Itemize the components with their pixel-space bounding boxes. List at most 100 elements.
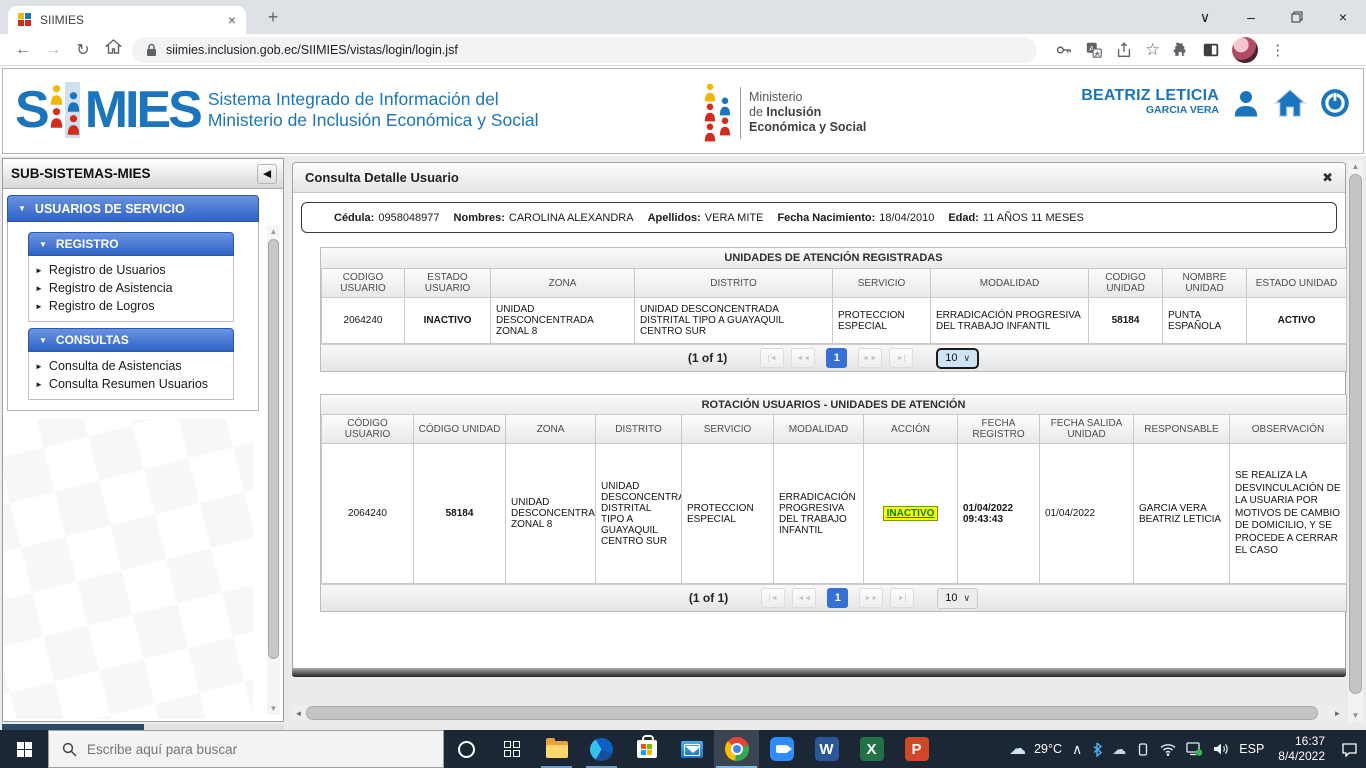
side-panel-icon[interactable] — [1202, 41, 1220, 59]
browser-tab[interactable]: SIIMIES × — [8, 6, 246, 34]
panel-close-icon[interactable]: ✖ — [1322, 170, 1333, 186]
page-size-value: 10 — [945, 352, 957, 364]
home-icon[interactable] — [98, 39, 128, 60]
excel-button[interactable]: X — [849, 730, 894, 768]
profile-avatar[interactable] — [1232, 37, 1258, 63]
user-profile-icon[interactable] — [1231, 88, 1261, 118]
url-bar[interactable]: siimies.inclusion.gob.ec/SIIMIES/vistas/… — [132, 37, 1037, 63]
main-vscroll-thumb[interactable] — [1349, 174, 1362, 694]
tray-chevron-up-icon[interactable]: ∧ — [1072, 741, 1082, 758]
sidebar-item-registro-de-logros[interactable]: ► Registro de Logros — [35, 297, 229, 315]
menu-registro-header[interactable]: ▼ REGISTRO — [28, 232, 234, 256]
sidebar-scroll-thumb[interactable] — [268, 239, 279, 659]
taskbar-search[interactable] — [48, 730, 444, 768]
page-size-select[interactable]: 10 ∨ — [936, 348, 979, 369]
language-indicator[interactable]: ESP — [1239, 742, 1264, 756]
menu-consultas-items: ► Consulta de Asistencias ► Consulta Res… — [28, 352, 234, 400]
sidebar-titlebar: SUB-SISTEMAS-MIES ◄ — [3, 159, 283, 189]
first-page-button[interactable]: |◄ — [761, 588, 785, 608]
phone-link-icon[interactable] — [1136, 742, 1150, 757]
time-label: 16:37 — [1295, 734, 1325, 748]
cell-codigo-unidad: 58184 — [1089, 298, 1163, 344]
sidebar-item-registro-de-usuarios[interactable]: ► Registro de Usuarios — [35, 261, 229, 279]
menu-box: ▼ REGISTRO ► Registro de Usuarios ► — [7, 222, 259, 411]
network-shield-icon[interactable] — [1186, 742, 1203, 756]
close-icon[interactable]: × — [1320, 0, 1366, 34]
tab-close-icon[interactable]: × — [228, 12, 236, 28]
file-explorer-button[interactable] — [534, 730, 579, 768]
next-page-button[interactable]: ►► — [858, 348, 882, 368]
sidebar-scrollbar[interactable]: ▲ ▼ — [267, 225, 280, 715]
main-hscroll-thumb[interactable] — [306, 706, 1318, 720]
clock[interactable]: 16:37 8/4/2022 — [1278, 734, 1325, 764]
share-icon[interactable] — [1115, 41, 1133, 59]
cell-modalidad: ERRADICACIÓN PROGRESIVA DEL TRABAJO INFA… — [774, 444, 864, 584]
restore-icon[interactable] — [1274, 0, 1320, 34]
page-size-select[interactable]: 10 ∨ — [937, 588, 978, 609]
action-center-icon[interactable] — [1341, 742, 1358, 757]
main-hscrollbar[interactable]: ◄ ► — [292, 705, 1344, 721]
sidebar-item-consulta-de-asistencias[interactable]: ► Consulta de Asistencias — [35, 357, 229, 375]
home-button-icon[interactable] — [1273, 88, 1307, 118]
scroll-down-icon[interactable]: ▼ — [1348, 711, 1363, 720]
zoom-button[interactable] — [759, 730, 804, 768]
bookmark-star-icon[interactable]: ☆ — [1145, 40, 1160, 60]
main-panel: Consulta Detalle Usuario ✖ Cédula:095804… — [292, 162, 1346, 676]
menu-consultas-header[interactable]: ▼ CONSULTAS — [28, 328, 234, 352]
scroll-up-icon[interactable]: ▲ — [1348, 162, 1363, 171]
sidebar-item-consulta-resumen-usuarios[interactable]: ► Consulta Resumen Usuarios — [35, 375, 229, 393]
powerpoint-button[interactable]: P — [894, 730, 939, 768]
bluetooth-icon[interactable] — [1092, 742, 1102, 757]
forward-icon[interactable]: → — [38, 41, 68, 59]
sidebar-item-registro-de-asistencia[interactable]: ► Registro de Asistencia — [35, 279, 229, 297]
date-label: 8/4/2022 — [1278, 749, 1325, 763]
sidebar-collapse-icon[interactable]: ◄ — [257, 164, 277, 184]
column-header: ACCIÓN — [864, 415, 958, 444]
volume-icon[interactable] — [1213, 742, 1229, 756]
main-vscrollbar[interactable]: ▲ ▼ — [1348, 160, 1363, 722]
new-tab-button[interactable]: + — [260, 4, 286, 30]
browser-menu-icon[interactable]: ⋮ — [1270, 41, 1285, 59]
caret-down-icon: ▼ — [39, 336, 47, 345]
translate-icon[interactable]: A — [1085, 41, 1103, 59]
tab-search-icon[interactable]: ∨ — [1182, 0, 1228, 34]
logout-power-icon[interactable] — [1319, 87, 1351, 119]
current-page-button[interactable]: 1 — [827, 588, 848, 608]
info-edad: Edad:11 AÑOS 11 MESES — [948, 212, 1084, 224]
wifi-icon[interactable] — [1160, 743, 1176, 756]
cortana-button[interactable] — [444, 730, 489, 768]
next-page-button[interactable]: ►► — [859, 588, 883, 608]
url-text: siimies.inclusion.gob.ec/SIIMIES/vistas/… — [166, 43, 458, 57]
screen: SIIMIES × + ∨ – × ← → ↻ — [0, 0, 1366, 768]
mail-button[interactable] — [669, 730, 714, 768]
scroll-up-icon[interactable]: ▲ — [267, 227, 280, 236]
weather-icon[interactable]: ☁ — [1009, 739, 1026, 759]
scroll-left-icon[interactable]: ◄ — [292, 705, 305, 721]
store-button[interactable] — [624, 730, 669, 768]
last-page-button[interactable]: ►| — [889, 348, 913, 368]
logo-people-icon — [49, 82, 83, 138]
task-view-button[interactable] — [489, 730, 534, 768]
password-key-icon[interactable] — [1055, 41, 1073, 59]
word-button[interactable]: W — [804, 730, 849, 768]
back-icon[interactable]: ← — [8, 41, 38, 59]
prev-page-button[interactable]: ◄◄ — [792, 588, 816, 608]
minimize-icon[interactable]: – — [1228, 0, 1274, 34]
edge-button[interactable] — [579, 730, 624, 768]
extensions-puzzle-icon[interactable] — [1172, 41, 1190, 59]
item-arrow-icon: ► — [35, 380, 43, 389]
prev-page-button[interactable]: ◄◄ — [791, 348, 815, 368]
current-page-button[interactable]: 1 — [826, 348, 847, 368]
start-button[interactable] — [0, 730, 48, 768]
menu-usuarios-de-servicio[interactable]: ▼ USUARIOS DE SERVICIO — [7, 195, 259, 222]
last-page-button[interactable]: ►| — [890, 588, 914, 608]
onedrive-icon[interactable]: ☁ — [1112, 741, 1126, 758]
first-page-button[interactable]: |◄ — [760, 348, 784, 368]
temperature-label[interactable]: 29°C — [1034, 742, 1062, 756]
chrome-button[interactable] — [714, 730, 759, 768]
menu-group-registro: ▼ REGISTRO ► Registro de Usuarios ► — [28, 232, 234, 322]
scroll-right-icon[interactable]: ► — [1331, 705, 1344, 721]
scroll-down-icon[interactable]: ▼ — [267, 704, 280, 713]
reload-icon[interactable]: ↻ — [68, 40, 98, 60]
search-input[interactable] — [87, 742, 387, 757]
